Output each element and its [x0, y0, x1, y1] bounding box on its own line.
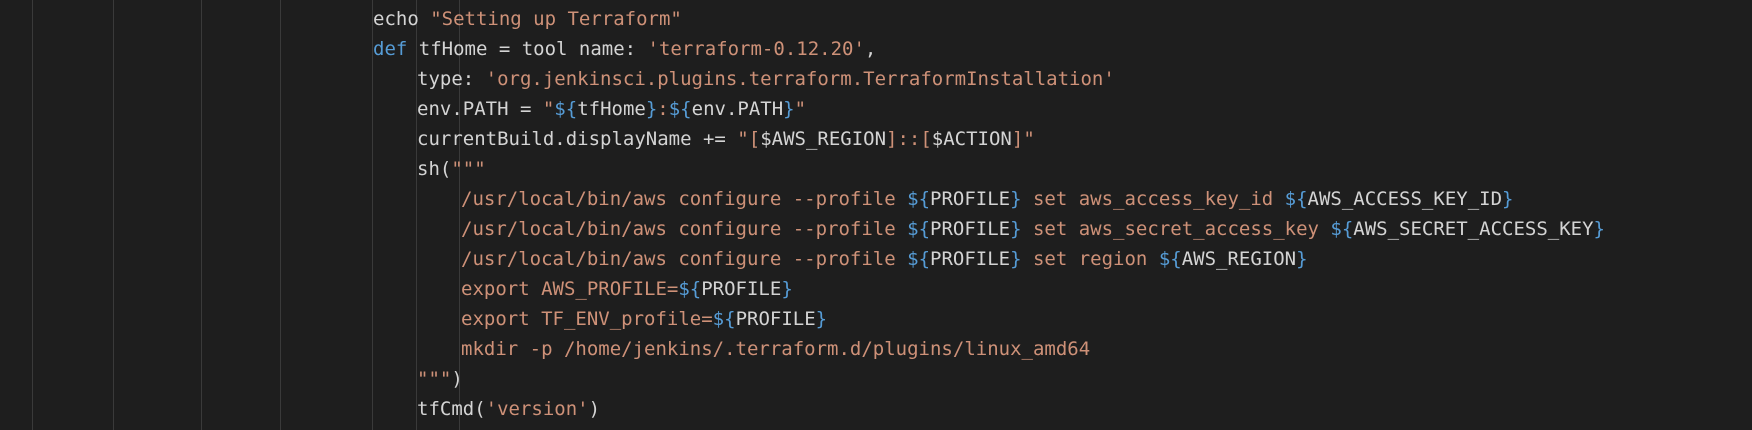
indent-guide [201, 0, 202, 430]
indent-guide [113, 0, 114, 430]
code-token: ) [588, 398, 601, 420]
code-line[interactable]: def tfHome = tool name: 'terraform-0.12.… [373, 34, 876, 64]
code-line[interactable]: type: 'org.jenkinsci.plugins.terraform.T… [417, 64, 1115, 94]
code-token: 'terraform-0.12.20' [647, 38, 865, 60]
code-token: PROFILE [701, 278, 782, 300]
code-token: AWS_ACCESS_KEY_ID [1307, 188, 1503, 210]
code-token: set region [1021, 248, 1159, 270]
code-token: ${ [907, 248, 931, 270]
code-token: "Setting up Terraform" [430, 8, 682, 30]
code-token: } [1010, 188, 1022, 210]
code-token: echo [373, 8, 431, 30]
code-token: $AWS_REGION [760, 128, 887, 150]
code-token: PROFILE [930, 248, 1011, 270]
code-token: , [864, 38, 877, 60]
code-line[interactable]: /usr/local/bin/aws configure --profile $… [461, 214, 1605, 244]
code-token: tfHome [577, 98, 646, 120]
code-token: /usr/local/bin/aws configure --profile [461, 218, 908, 240]
code-token: tfHome = tool name: [407, 38, 648, 60]
code-token: AWS_SECRET_ACCESS_KEY [1353, 218, 1594, 240]
code-token: } [1593, 218, 1605, 240]
code-token: ]" [1011, 128, 1035, 150]
code-token: type: [417, 68, 486, 90]
code-token: 'org.jenkinsci.plugins.terraform.Terrafo… [485, 68, 1115, 90]
code-token: set aws_access_key_id [1021, 188, 1285, 210]
code-token: " [542, 98, 555, 120]
code-line[interactable]: """) [417, 364, 463, 394]
code-token: } [1296, 248, 1308, 270]
code-token: mkdir -p /home/jenkins/.terraform.d/plug… [461, 338, 1091, 360]
code-token: ]::[ [886, 128, 932, 150]
code-token: "[ [737, 128, 761, 150]
code-token: tfCmd( [417, 398, 486, 420]
code-token: } [783, 98, 795, 120]
code-token: """ [417, 368, 452, 390]
code-token: ${ [907, 188, 931, 210]
code-token: PROFILE [930, 218, 1011, 240]
code-token: } [1010, 248, 1022, 270]
code-token: ${ [678, 278, 702, 300]
code-token: currentBuild.displayName += [417, 128, 738, 150]
code-token: } [1010, 218, 1022, 240]
code-token: /usr/local/bin/aws configure --profile [461, 248, 908, 270]
code-token: set aws_secret_access_key [1021, 218, 1331, 240]
indent-guide [372, 0, 373, 430]
code-token: $ACTION [931, 128, 1012, 150]
code-line[interactable]: currentBuild.displayName += "[$AWS_REGIO… [417, 124, 1035, 154]
code-token: ${ [1330, 218, 1354, 240]
code-line[interactable]: sh(""" [417, 154, 486, 184]
code-editor[interactable]: echo "Setting up Terraform" def tfHome = … [0, 0, 1752, 430]
code-token: AWS_REGION [1181, 248, 1297, 270]
code-token: ${ [668, 98, 692, 120]
indent-guide [32, 0, 33, 430]
code-token: /usr/local/bin/aws configure --profile [461, 188, 908, 210]
code-line[interactable]: env.PATH = "${tfHome}:${env.PATH}" [417, 94, 806, 124]
code-token: } [645, 98, 658, 120]
code-token: ) [451, 368, 463, 390]
code-line[interactable]: export AWS_PROFILE=${PROFILE} [461, 274, 793, 304]
code-token: } [1502, 188, 1514, 210]
code-token: ${ [712, 308, 736, 330]
code-line[interactable]: tfCmd('version') [417, 394, 600, 424]
code-token: } [781, 278, 793, 300]
code-token: PROFILE [735, 308, 816, 330]
code-line[interactable]: /usr/local/bin/aws configure --profile $… [461, 184, 1513, 214]
code-token: env.PATH = [417, 98, 543, 120]
code-token: env.PATH [691, 98, 784, 120]
code-token: ${ [1158, 248, 1182, 270]
code-token: PROFILE [930, 188, 1011, 210]
code-token: export AWS_PROFILE= [461, 278, 679, 300]
code-token: 'version' [485, 398, 589, 420]
code-token: " [794, 98, 807, 120]
indent-guide [280, 0, 281, 430]
code-line[interactable]: echo "Setting up Terraform" [373, 4, 682, 34]
code-line[interactable]: mkdir -p /home/jenkins/.terraform.d/plug… [461, 334, 1090, 364]
code-token: sh( [417, 158, 452, 180]
code-token: export TF_ENV_profile= [461, 308, 713, 330]
code-line[interactable]: export TF_ENV_profile=${PROFILE} [461, 304, 827, 334]
code-line[interactable]: /usr/local/bin/aws configure --profile $… [461, 244, 1308, 274]
code-token: } [815, 308, 828, 330]
code-token: ${ [554, 98, 578, 120]
code-token: ${ [1284, 188, 1308, 210]
code-token: ${ [907, 218, 931, 240]
code-token: """ [451, 158, 486, 180]
code-token: def [373, 38, 408, 60]
code-token: : [657, 98, 669, 120]
